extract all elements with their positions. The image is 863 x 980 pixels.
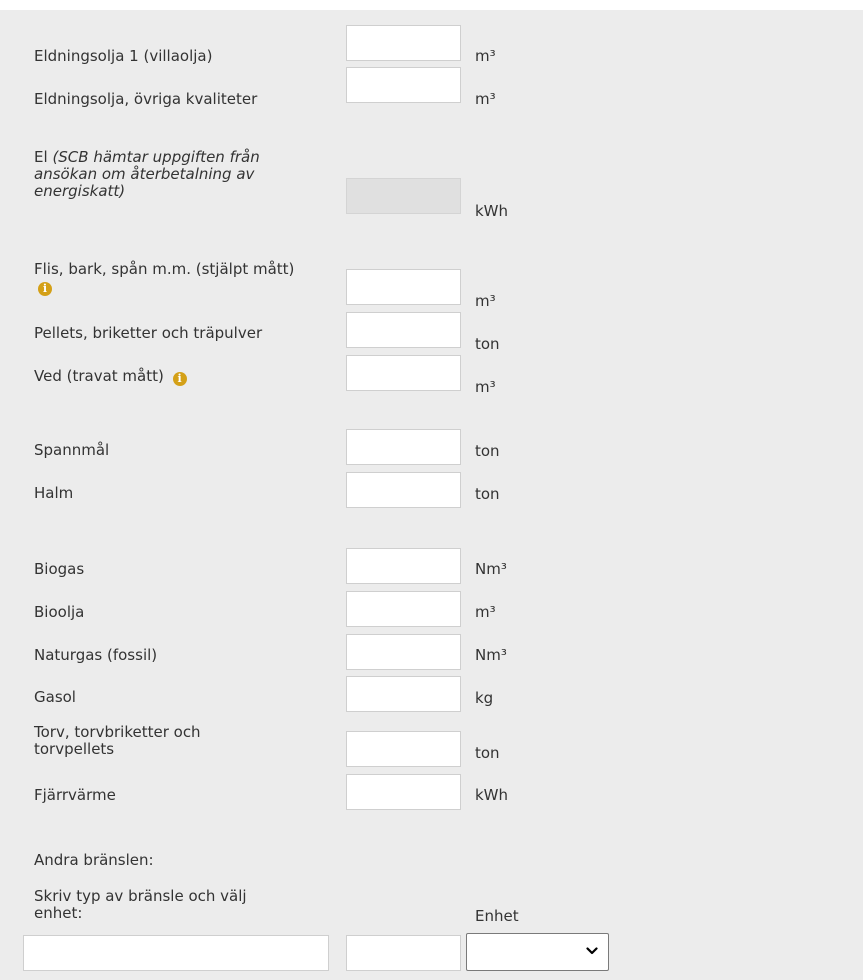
fuel-input-ved[interactable] <box>346 355 461 391</box>
fuel-unit-gasol: kg <box>475 689 494 707</box>
fuel-unit-halm: ton <box>475 485 500 503</box>
fuel-label-bioolja: Bioolja <box>34 603 85 621</box>
fuel-label-pellets: Pellets, briketter och träpulver <box>34 324 263 342</box>
fuel-unit-eldningsolja-ovriga: m³ <box>475 90 496 108</box>
fuel-form-panel: Eldningsolja 1 (villaolja) m³ Eldningsol… <box>0 10 863 980</box>
fuel-label-ved: Ved (travat mått) i <box>34 368 324 386</box>
fuel-label-spannmal: Spannmål <box>34 441 110 459</box>
chevron-down-icon <box>586 947 598 955</box>
fuel-label-eldningsolja-1: Eldningsolja 1 (villaolja) <box>34 47 213 65</box>
fuel-label-el: El (SCB hämtar uppgiften från ansökan om… <box>34 149 314 200</box>
fuel-unit-fjarrvarme: kWh <box>475 786 509 804</box>
fuel-input-fjarrvarme[interactable] <box>346 774 461 810</box>
fuel-label-halm: Halm <box>34 484 74 502</box>
fuel-unit-ved: m³ <box>475 378 496 396</box>
other-fuels-instruction: Skriv typ av bränsle och välj enhet: <box>34 887 247 922</box>
info-circle-icon[interactable]: i <box>38 282 52 296</box>
fuel-label-eldningsolja-ovriga: Eldningsolja, övriga kvaliteter <box>34 90 258 108</box>
fuel-input-gasol[interactable] <box>346 676 461 712</box>
fuel-label-gasol: Gasol <box>34 688 76 706</box>
info-circle-icon[interactable]: i <box>172 372 187 386</box>
fuel-input-flis[interactable] <box>346 269 461 305</box>
fuel-unit-naturgas: Nm³ <box>475 646 507 664</box>
fuel-input-pellets[interactable] <box>346 312 461 348</box>
other-fuels-unit-heading: Enhet <box>475 907 519 925</box>
fuel-input-torv[interactable] <box>346 731 461 767</box>
fuel-label-biogas: Biogas <box>34 560 85 578</box>
other-fuel-unit-select[interactable] <box>466 933 609 971</box>
fuel-label-flis: Flis, bark, spån m.m. (stjälpt mått) i <box>34 261 314 296</box>
fuel-unit-bioolja: m³ <box>475 603 496 621</box>
fuel-unit-spannmal: ton <box>475 442 500 460</box>
fuel-unit-el: kWh <box>475 202 509 220</box>
fuel-label-torv: Torv, torvbriketter och torvpellets <box>34 723 201 758</box>
other-fuels-heading: Andra bränslen: <box>34 851 154 869</box>
fuel-unit-torv: ton <box>475 744 500 762</box>
fuel-input-el <box>346 178 461 214</box>
fuel-label-el-note: (SCB hämtar uppgiften från ansökan om åt… <box>34 148 260 200</box>
fuel-input-naturgas[interactable] <box>346 634 461 670</box>
other-fuel-amount-input[interactable] <box>346 935 461 971</box>
fuel-label-el-name: El <box>34 148 48 166</box>
fuel-input-halm[interactable] <box>346 472 461 508</box>
fuel-unit-biogas: Nm³ <box>475 560 507 578</box>
fuel-input-bioolja[interactable] <box>346 591 461 627</box>
fuel-label-ved-text: Ved (travat mått) <box>34 367 164 385</box>
fuel-input-biogas[interactable] <box>346 548 461 584</box>
other-fuel-type-input[interactable] <box>23 935 329 971</box>
fuel-label-naturgas: Naturgas (fossil) <box>34 646 158 664</box>
fuel-input-eldningsolja-ovriga[interactable] <box>346 67 461 103</box>
fuel-unit-eldningsolja-1: m³ <box>475 47 496 65</box>
fuel-label-flis-text: Flis, bark, spån m.m. (stjälpt mått) <box>34 260 295 278</box>
fuel-label-fjarrvarme: Fjärrvärme <box>34 786 116 804</box>
fuel-input-spannmal[interactable] <box>346 429 461 465</box>
fuel-unit-flis: m³ <box>475 292 496 310</box>
fuel-input-eldningsolja-1[interactable] <box>346 25 461 61</box>
fuel-unit-pellets: ton <box>475 335 500 353</box>
